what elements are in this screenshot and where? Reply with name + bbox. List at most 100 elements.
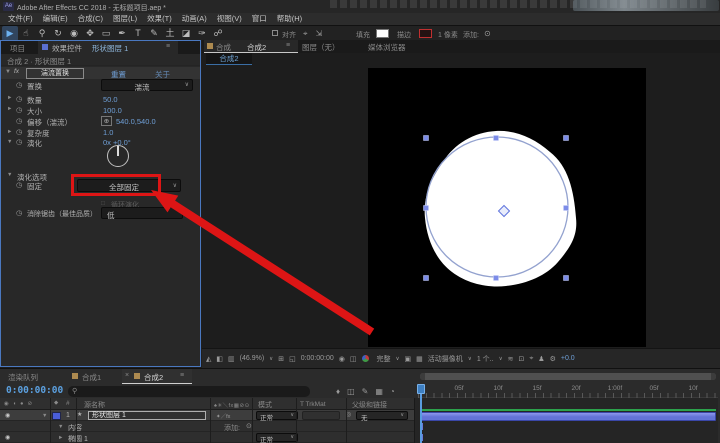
video-eye-icon[interactable]: ◉ xyxy=(4,401,9,407)
timeline-button-icon[interactable]: ⊡ xyxy=(518,355,524,363)
handle-mid-left[interactable] xyxy=(424,206,429,211)
menu-item[interactable]: 帮助(H) xyxy=(272,13,307,25)
trkmat-dropdown[interactable] xyxy=(302,411,340,421)
stopwatch-icon[interactable]: ◷ xyxy=(16,181,22,189)
layer-switches[interactable]: ✦／fx xyxy=(216,412,230,420)
handle-bottom-right[interactable] xyxy=(564,276,569,281)
label-column-icon[interactable]: ◆ xyxy=(54,400,58,406)
viewer-tab-comp2[interactable]: 合成2 xyxy=(206,53,252,65)
stopwatch-icon[interactable]: ◷ xyxy=(16,106,22,114)
draft-3d-icon[interactable]: ◫ xyxy=(347,387,355,396)
menu-item[interactable]: 窗口 xyxy=(247,13,272,25)
selection-tool[interactable]: ▶ xyxy=(2,26,18,41)
main-viewer-icon[interactable]: ◧ xyxy=(216,355,223,363)
tab-comp2[interactable]: × 合成2 ≡ xyxy=(122,369,192,384)
tab-footage[interactable]: 媒体浏览器 xyxy=(368,42,406,53)
stopwatch-icon[interactable]: ◷ xyxy=(16,138,22,146)
playhead-line[interactable] xyxy=(420,394,422,443)
mask-visibility-icon[interactable]: ▥ xyxy=(228,355,235,363)
rotation-tool[interactable]: ↻ xyxy=(50,26,66,41)
eye-icon[interactable]: ◉ xyxy=(5,412,10,419)
twirl-right-icon[interactable]: ► xyxy=(7,95,12,101)
lock-icon[interactable]: ⊘ xyxy=(27,401,32,407)
reset-button[interactable]: 重置 xyxy=(111,69,126,80)
always-preview-icon[interactable]: ◭ xyxy=(206,355,211,363)
snapshot-icon[interactable]: ◉ xyxy=(339,355,345,363)
work-area-end-handle[interactable] xyxy=(711,373,716,380)
col-source-name[interactable]: 源名称 xyxy=(84,400,105,410)
menu-item[interactable]: 合成(C) xyxy=(73,13,108,25)
playhead-handle[interactable] xyxy=(417,384,425,394)
tab-effect-controls[interactable]: 效果控件 形状图层 1 ≡ xyxy=(38,41,178,54)
handle-top-center[interactable] xyxy=(494,136,499,141)
stopwatch-icon[interactable]: ◷ xyxy=(16,209,22,217)
snap-checkbox[interactable] xyxy=(272,30,278,36)
stroke-label[interactable]: 描边 xyxy=(397,30,411,40)
blend-mode-dropdown[interactable]: 正常 ∨ xyxy=(256,411,298,421)
stroke-swatch[interactable] xyxy=(419,29,432,38)
menu-item[interactable]: 编辑(E) xyxy=(38,13,73,25)
fill-swatch[interactable] xyxy=(376,29,389,38)
close-icon[interactable]: × xyxy=(125,372,129,379)
handle-top-left[interactable] xyxy=(424,136,429,141)
panel-menu-icon[interactable]: ≡ xyxy=(286,42,290,49)
stopwatch-icon[interactable]: ◷ xyxy=(16,128,22,136)
magnification-ratio[interactable]: (46.9%) xyxy=(240,355,265,362)
antialiasing-dropdown[interactable]: 低 xyxy=(101,207,183,219)
parent-dropdown[interactable]: 无 ∨ xyxy=(356,411,408,421)
work-area-start-handle[interactable] xyxy=(420,373,425,380)
tab-project[interactable]: 项目 xyxy=(10,43,25,54)
handle-bottom-left[interactable] xyxy=(424,276,429,281)
show-channels-icon[interactable] xyxy=(362,355,369,362)
roto-brush-tool[interactable]: ✑ xyxy=(194,26,210,41)
contents-row[interactable]: ▼ 内容 添加: ⊙ xyxy=(0,421,415,432)
add-shape-icon[interactable]: ⊙ xyxy=(246,422,252,430)
col-mode[interactable]: 模式 xyxy=(258,400,272,410)
menu-item[interactable]: 视图(V) xyxy=(212,13,247,25)
twirl-down-icon[interactable]: ▼ xyxy=(5,69,11,75)
menu-item[interactable]: 文件(F) xyxy=(3,13,38,25)
twirl-down-icon[interactable]: ▼ xyxy=(7,139,12,145)
twirl-right-icon[interactable]: ► xyxy=(7,106,12,112)
type-tool[interactable]: T xyxy=(130,26,146,41)
handle-bottom-center[interactable] xyxy=(494,276,499,281)
twirl-right-icon[interactable]: ► xyxy=(7,129,12,135)
add-shape-icon[interactable]: ⊙ xyxy=(484,29,491,38)
comp-flowchart-icon[interactable]: ♦ xyxy=(336,387,340,396)
layer-name[interactable]: 形状图层 1 xyxy=(88,411,206,421)
panel-menu-icon[interactable]: ≡ xyxy=(166,43,170,50)
twirl-down-icon[interactable]: ▼ xyxy=(42,413,47,419)
tab-layer[interactable]: 图层（无） xyxy=(302,42,340,53)
displacement-dropdown[interactable]: 湍流 ∨ xyxy=(101,79,193,91)
chevron-down-icon[interactable]: ∨ xyxy=(396,356,400,362)
pan-behind-tool[interactable]: ✥ xyxy=(82,26,98,41)
about-button[interactable]: 关于 xyxy=(155,69,170,80)
offset-value[interactable]: 540.0,540.0 xyxy=(116,117,156,126)
amount-value[interactable]: 50.0 xyxy=(103,95,118,104)
audio-icon[interactable]: ◖ xyxy=(13,401,16,407)
stroke-width[interactable]: 1 像素 xyxy=(438,30,458,40)
work-area-bar[interactable] xyxy=(420,373,716,380)
twirl-down-icon[interactable]: ▼ xyxy=(58,424,63,430)
stopwatch-icon[interactable]: ◷ xyxy=(16,117,22,125)
composition-canvas[interactable] xyxy=(368,68,646,347)
label-color-chip[interactable] xyxy=(52,412,61,420)
layer-duration-bar[interactable] xyxy=(420,412,716,421)
menu-item[interactable]: 图层(L) xyxy=(108,13,142,25)
handle-mid-right[interactable] xyxy=(564,206,569,211)
chevron-down-icon[interactable]: ∨ xyxy=(269,356,273,362)
comp-timecode[interactable]: 0:00:00:00 xyxy=(301,355,334,362)
gear-icon[interactable]: ⚙ xyxy=(550,355,556,363)
hand-tool[interactable]: ☝ xyxy=(18,26,34,41)
complexity-value[interactable]: 1.0 xyxy=(103,128,113,137)
size-value[interactable]: 100.0 xyxy=(103,106,122,115)
ellipse-row[interactable]: ◉ ► 椭圆 1 正常 ∨ xyxy=(0,432,415,443)
menu-item[interactable]: 效果(T) xyxy=(142,13,177,25)
twirl-right-icon[interactable]: ► xyxy=(58,435,63,441)
timeline-search-box[interactable]: ⚲ xyxy=(68,386,310,397)
tab-composition[interactable]: 合成 合成2 ≡ xyxy=(204,40,298,53)
shy-icon[interactable]: ✎ xyxy=(362,387,369,396)
tab-render-queue[interactable]: 渲染队列 xyxy=(8,372,38,383)
motion-blur-icon[interactable]: ◔ xyxy=(390,387,395,396)
offset-target-icon[interactable]: ⊕ xyxy=(101,116,112,126)
